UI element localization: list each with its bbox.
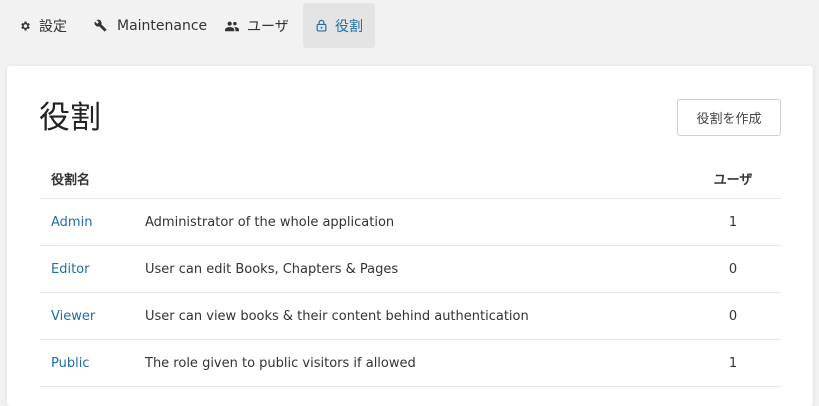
roles-card: 役割 役割を作成 役割名 ユーザ Admin Administrator of … <box>7 66 813 406</box>
nav-maintenance[interactable]: Maintenance <box>83 3 211 48</box>
table-row: Public The role given to public visitors… <box>40 340 781 387</box>
top-navigation: 設定 Maintenance ユーザ 役割 <box>0 0 819 51</box>
nav-users[interactable]: ユーザ <box>214 3 300 48</box>
nav-settings[interactable]: 設定 <box>10 3 74 48</box>
nav-settings-label: 設定 <box>39 18 67 35</box>
table-row: Editor User can edit Books, Chapters & P… <box>40 246 781 293</box>
header-users: ユーザ <box>713 172 753 188</box>
role-link-public[interactable]: Public <box>51 356 89 371</box>
nav-maintenance-label: Maintenance <box>117 17 208 34</box>
table-header-row: 役割名 ユーザ <box>40 158 781 199</box>
role-description: User can edit Books, Chapters & Pages <box>145 261 399 277</box>
table-row: Admin Administrator of the whole applica… <box>40 199 781 246</box>
role-link-viewer[interactable]: Viewer <box>51 309 95 324</box>
nav-roles[interactable]: 役割 <box>303 3 375 48</box>
nav-roles-label: 役割 <box>335 18 363 35</box>
role-user-count: 1 <box>728 214 738 230</box>
role-description: Administrator of the whole application <box>145 214 395 230</box>
table-row: Viewer User can view books & their conte… <box>40 293 781 340</box>
role-link-editor[interactable]: Editor <box>51 262 89 277</box>
gear-icon <box>19 20 31 32</box>
wrench-icon <box>94 19 107 32</box>
role-description: User can view books & their content behi… <box>145 308 529 324</box>
header-role-name: 役割名 <box>51 172 91 188</box>
page-title: 役割 <box>39 100 101 136</box>
lock-icon <box>316 19 327 32</box>
create-role-button[interactable]: 役割を作成 <box>677 99 781 136</box>
role-user-count: 1 <box>728 355 738 371</box>
role-link-admin[interactable]: Admin <box>51 215 92 230</box>
roles-table: 役割名 ユーザ Admin Administrator of the whole… <box>40 158 781 387</box>
role-user-count: 0 <box>728 308 738 324</box>
users-icon <box>225 20 239 32</box>
role-description: The role given to public visitors if all… <box>145 355 416 371</box>
nav-users-label: ユーザ <box>247 18 289 35</box>
role-user-count: 0 <box>728 261 738 277</box>
